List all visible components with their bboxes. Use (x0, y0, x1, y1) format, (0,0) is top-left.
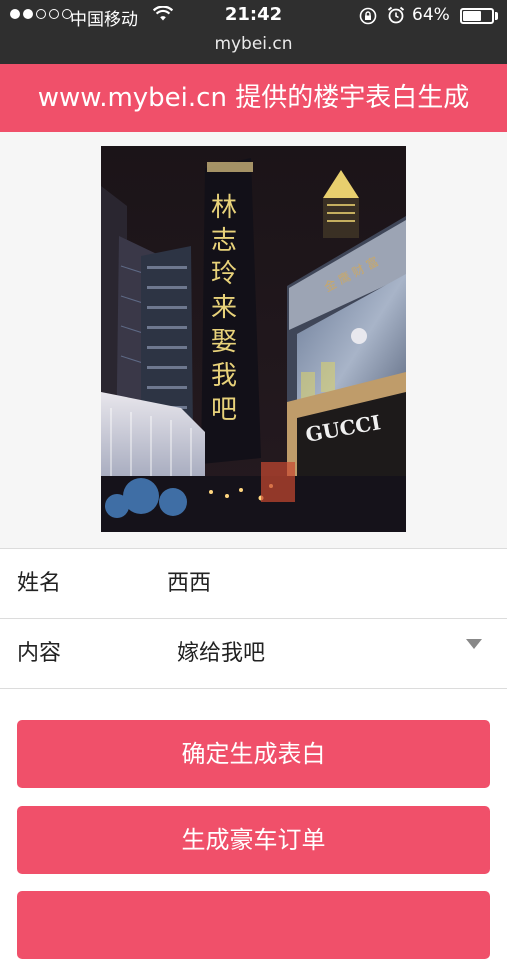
content-row[interactable]: 内容 嫁给我吧 (0, 619, 507, 689)
chevron-down-icon[interactable] (466, 639, 482, 649)
name-label: 姓名 (17, 571, 62, 596)
battery-percentage: 64% (412, 5, 450, 25)
status-bar-top: 中国移动 21:42 64% (0, 0, 507, 32)
battery-icon (460, 8, 494, 24)
battery-fill (463, 11, 481, 21)
battery-cap (495, 12, 498, 20)
svg-text:来: 来 (211, 293, 237, 323)
svg-text:玲: 玲 (211, 259, 237, 289)
name-row: 姓名 西西 (0, 549, 507, 619)
building-confession-photo: 林 志 玲 来 娶 我 吧 金 鹰 财 富 GUCCI (101, 146, 406, 532)
content-select[interactable]: 嫁给我吧 (177, 619, 265, 688)
svg-text:吧: 吧 (211, 395, 237, 425)
page-title-banner: www.mybei.cn 提供的楼宇表白生成 (0, 64, 507, 132)
third-action-button[interactable] (17, 891, 490, 959)
svg-text:志: 志 (211, 226, 237, 256)
content-label: 内容 (17, 641, 62, 666)
rotation-lock-icon (359, 7, 377, 25)
alarm-clock-icon (387, 6, 405, 24)
generate-car-order-button[interactable]: 生成豪车订单 (17, 806, 490, 874)
status-bar: 中国移动 21:42 64% mybei.cn (0, 0, 507, 64)
address-bar-url[interactable]: mybei.cn (0, 34, 507, 54)
svg-text:林: 林 (211, 193, 237, 223)
svg-text:我: 我 (211, 361, 237, 391)
name-input[interactable]: 西西 (167, 549, 211, 618)
svg-text:娶: 娶 (211, 327, 237, 357)
confirm-generate-button[interactable]: 确定生成表白 (17, 720, 490, 788)
preview-area: 林 志 玲 来 娶 我 吧 金 鹰 财 富 GUCCI (0, 132, 507, 549)
